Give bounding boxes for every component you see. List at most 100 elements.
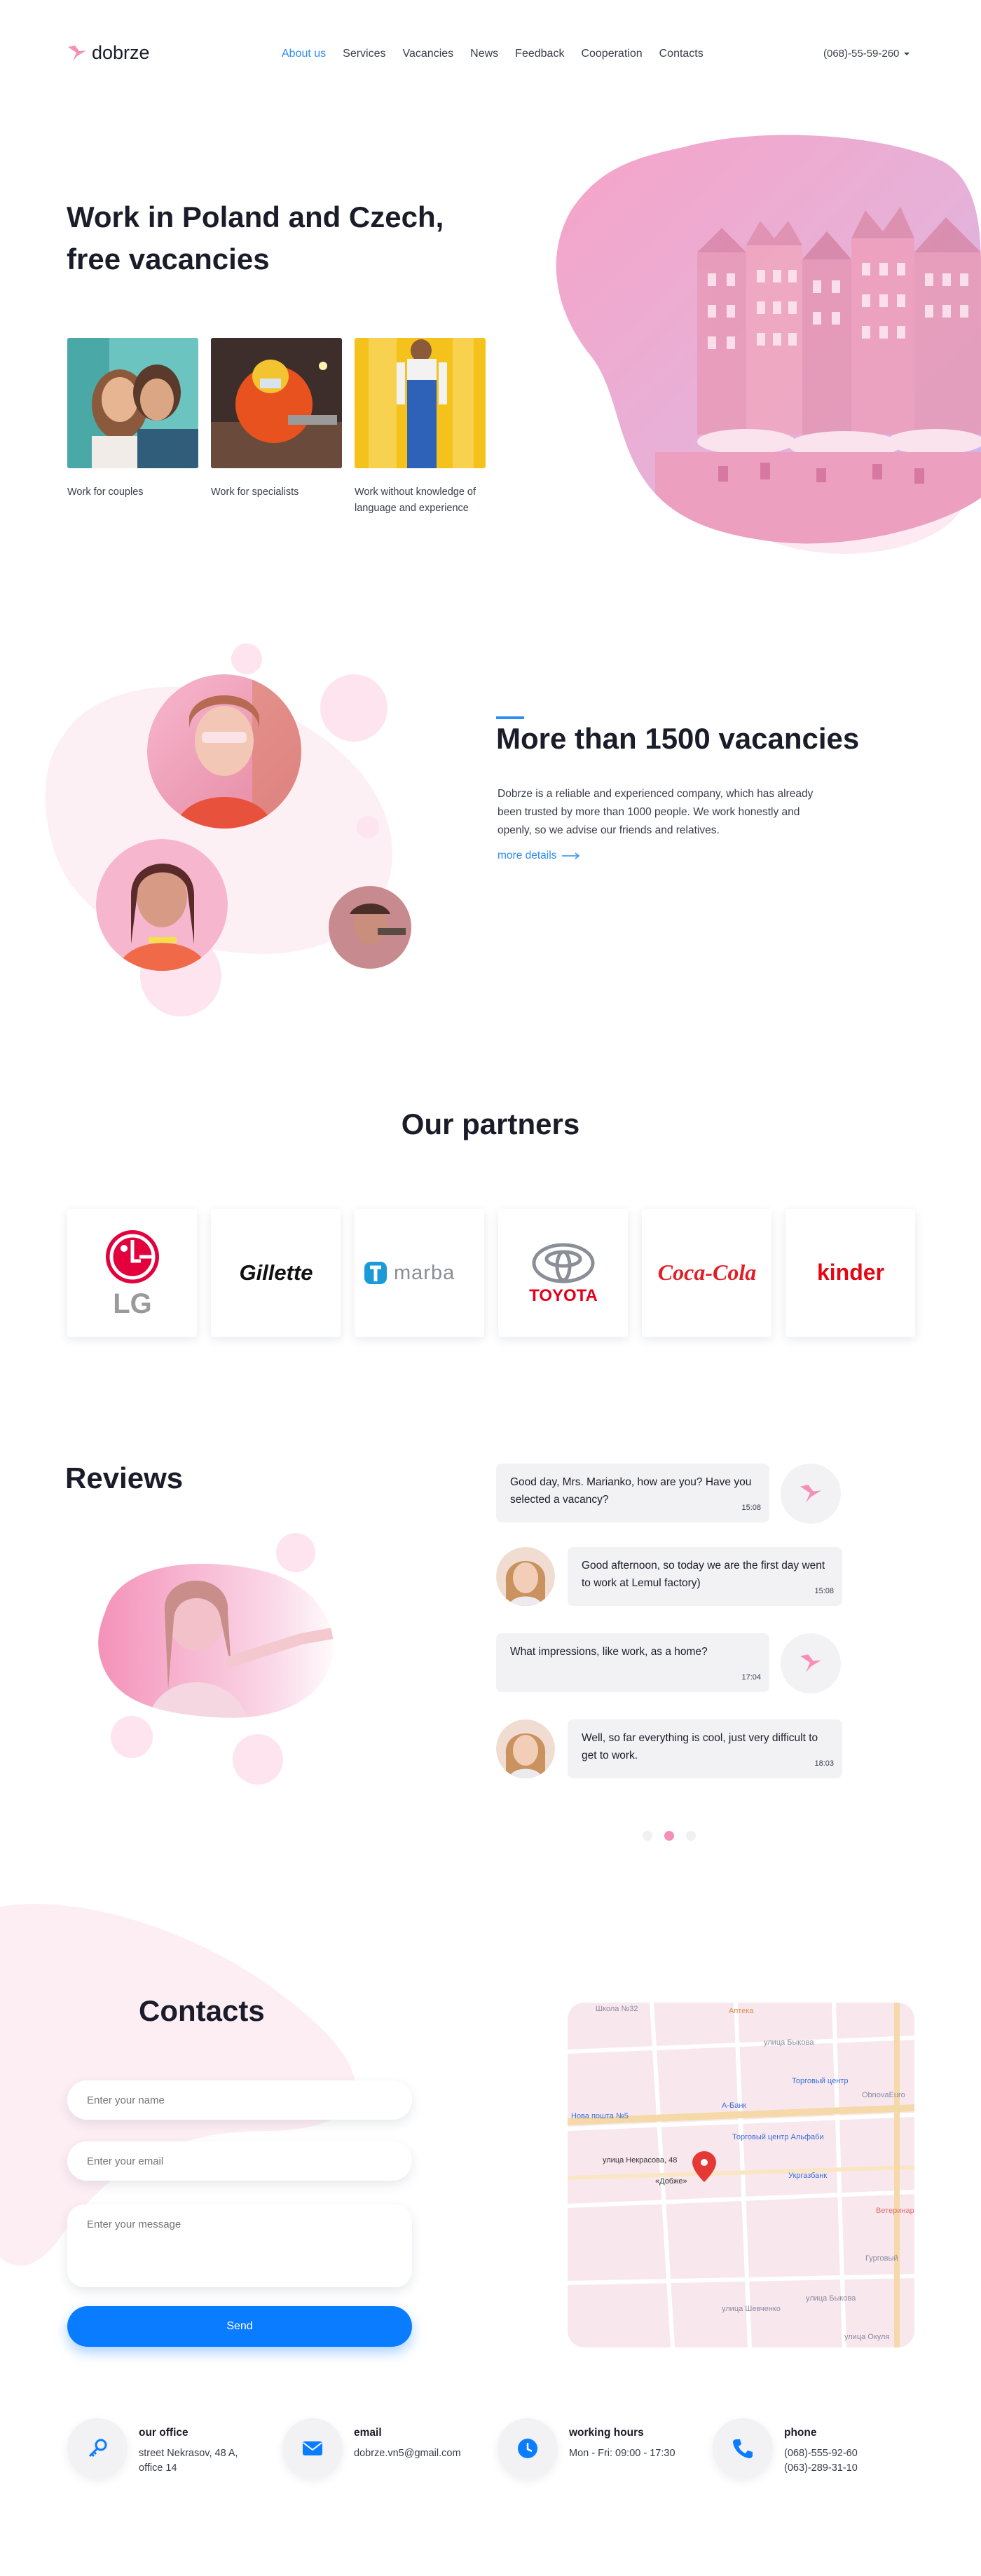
phone-dropdown[interactable]: (068)-55-59-260 <box>823 48 910 60</box>
card-work-couples[interactable]: Work for couples <box>67 338 198 500</box>
clock-icon <box>518 2439 537 2458</box>
partner-kinder[interactable]: kinder <box>786 1209 915 1337</box>
more-details-link[interactable]: more details <box>498 850 580 862</box>
map-label: А-Банк <box>722 2101 746 2110</box>
partner-marba[interactable]: marba <box>355 1209 484 1337</box>
toyota-logo: TOYOTA <box>529 1243 598 1305</box>
marba-logo-text: marba <box>394 1262 455 1284</box>
nav-contacts[interactable]: Contacts <box>659 48 704 60</box>
vacancies-text: Dobrze is a reliable and experienced com… <box>498 788 814 836</box>
gillette-logo: Gillette <box>239 1260 313 1285</box>
logo-text: dobrze <box>92 42 150 63</box>
specialist-photo <box>211 338 342 468</box>
map-label: улица Окуля <box>844 2333 889 2341</box>
caret-down-icon <box>904 52 910 55</box>
email-info: email dobrze.vn5@gmail.com <box>354 2427 461 2461</box>
reviews-title: Reviews <box>65 1461 184 1494</box>
phone-link-2[interactable]: (063)-289-31-10 <box>784 2461 858 2476</box>
map-label: Аптека <box>729 2007 754 2015</box>
card-caption: Work for couples <box>67 486 144 498</box>
nav-cooperation[interactable]: Cooperation <box>581 48 642 60</box>
bird-icon <box>800 1654 821 1672</box>
nav-about-us[interactable]: About us <box>282 48 326 60</box>
card-work-no-experience[interactable]: Work without knowledge of language and e… <box>355 338 486 517</box>
nav-services[interactable]: Services <box>343 48 385 60</box>
email-link[interactable]: dobrze.vn5@gmail.com <box>354 2446 461 2461</box>
couple-photo <box>67 338 198 468</box>
company-avatar <box>781 1464 841 1524</box>
lg-logo-text: LG <box>113 1288 152 1318</box>
review-message: Good day, Mrs. Marianko, how are you? Ha… <box>496 1464 769 1522</box>
slider-dot-2-active[interactable] <box>664 1831 674 1841</box>
partner-coca-cola[interactable]: Coca-Cola <box>642 1209 771 1337</box>
logo[interactable]: dobrze <box>67 42 150 64</box>
hours-icon-badge <box>498 2418 558 2479</box>
partner-lg[interactable]: LG <box>67 1209 197 1337</box>
vacancies-title: More than 1500 vacancies <box>496 722 860 755</box>
map-label: ObnovaEuro <box>862 2091 905 2099</box>
partners-title: Our partners <box>401 1108 580 1140</box>
phone-info: phone (068)-555-92-60 (063)-289-31-10 <box>784 2427 858 2476</box>
gillette-logo-text: Gillette <box>239 1260 313 1285</box>
slider-dot-3[interactable] <box>686 1831 696 1841</box>
hours-info: working hours Mon - Fri: 09:00 - 17:30 <box>569 2427 675 2459</box>
slider-dot-1[interactable] <box>643 1831 652 1841</box>
name-input[interactable] <box>67 2080 412 2120</box>
map-label: улица Быкова <box>806 2294 856 2303</box>
toyota-logo-text: TOYOTA <box>529 1286 598 1305</box>
user-avatar <box>496 1719 555 1778</box>
company-avatar <box>781 1633 841 1694</box>
map-label: улица Быкова <box>764 2038 814 2047</box>
map[interactable]: Школа №32 Аптека Торговый центр ObnovaEu… <box>568 2003 914 2347</box>
card-caption: Work without knowledge of language and e… <box>355 486 476 514</box>
coca-cola-logo-text: Coca-Cola <box>657 1260 755 1285</box>
email-icon-badge <box>282 2418 343 2479</box>
main-nav: About us Services Vacancies News Feedbac… <box>282 48 704 60</box>
nav-feedback[interactable]: Feedback <box>515 48 564 60</box>
hero-title: Work in Poland and Czech, free vacancies <box>67 200 444 275</box>
nav-news[interactable]: News <box>470 48 498 60</box>
map-label: улица Некрасова, 48 <box>603 2156 677 2165</box>
nav-vacancies[interactable]: Vacancies <box>403 48 454 60</box>
card-work-specialists[interactable]: Work for specialists <box>211 338 342 500</box>
marba-logo: marba <box>364 1262 455 1284</box>
phone-icon <box>733 2439 753 2458</box>
mail-icon <box>303 2441 322 2455</box>
map-label: Нова пошта №5 <box>571 2112 629 2120</box>
key-icon <box>88 2439 107 2458</box>
office-icon-badge <box>67 2418 128 2479</box>
phone-link-1[interactable]: (068)-555-92-60 <box>784 2446 858 2461</box>
partner-toyota[interactable]: TOYOTA <box>498 1209 628 1337</box>
worker-girl-photo <box>96 839 228 971</box>
map-canvas: Школа №32 Аптека Торговый центр ObnovaEu… <box>568 2003 914 2347</box>
map-label: Школа №32 <box>596 2005 638 2013</box>
vacancies-accent-line <box>496 716 524 719</box>
bird-icon <box>800 1485 821 1503</box>
map-label: «Добже» <box>655 2177 687 2186</box>
review-woman-photo <box>98 1563 334 1718</box>
kinder-logo: kinder <box>816 1260 884 1285</box>
kinder-logo-text: kinder <box>816 1260 884 1285</box>
email-input[interactable] <box>67 2141 412 2181</box>
map-label: Торговый центр Альфаби <box>732 2133 824 2141</box>
review-message: What impressions, like work, as a home? … <box>496 1633 769 1692</box>
map-label: Укргазбанк <box>788 2172 827 2180</box>
phone-icon-badge <box>713 2418 773 2479</box>
send-button[interactable]: Send <box>67 2306 412 2347</box>
message-textarea[interactable] <box>67 2204 412 2287</box>
user-avatar <box>496 1547 555 1606</box>
contacts-title: Contacts <box>139 1994 265 2027</box>
partner-gillette[interactable]: Gillette <box>211 1209 341 1337</box>
worker-woman-photo <box>147 674 301 829</box>
coca-cola-logo: Coca-Cola <box>657 1260 755 1285</box>
arrow-right-icon <box>562 852 580 859</box>
map-label: Торговый центр <box>792 2077 848 2085</box>
card-caption: Work for specialists <box>211 486 299 498</box>
map-label: Ветеринарная лечебница <box>876 2207 914 2215</box>
bird-logo-icon <box>68 45 86 61</box>
lg-logo: LG <box>105 1230 159 1318</box>
hero-city-image <box>556 135 981 544</box>
header-phone: (068)-55-59-260 <box>823 48 900 60</box>
worker-photo <box>355 338 486 468</box>
map-label: Гурговый <box>865 2254 898 2263</box>
